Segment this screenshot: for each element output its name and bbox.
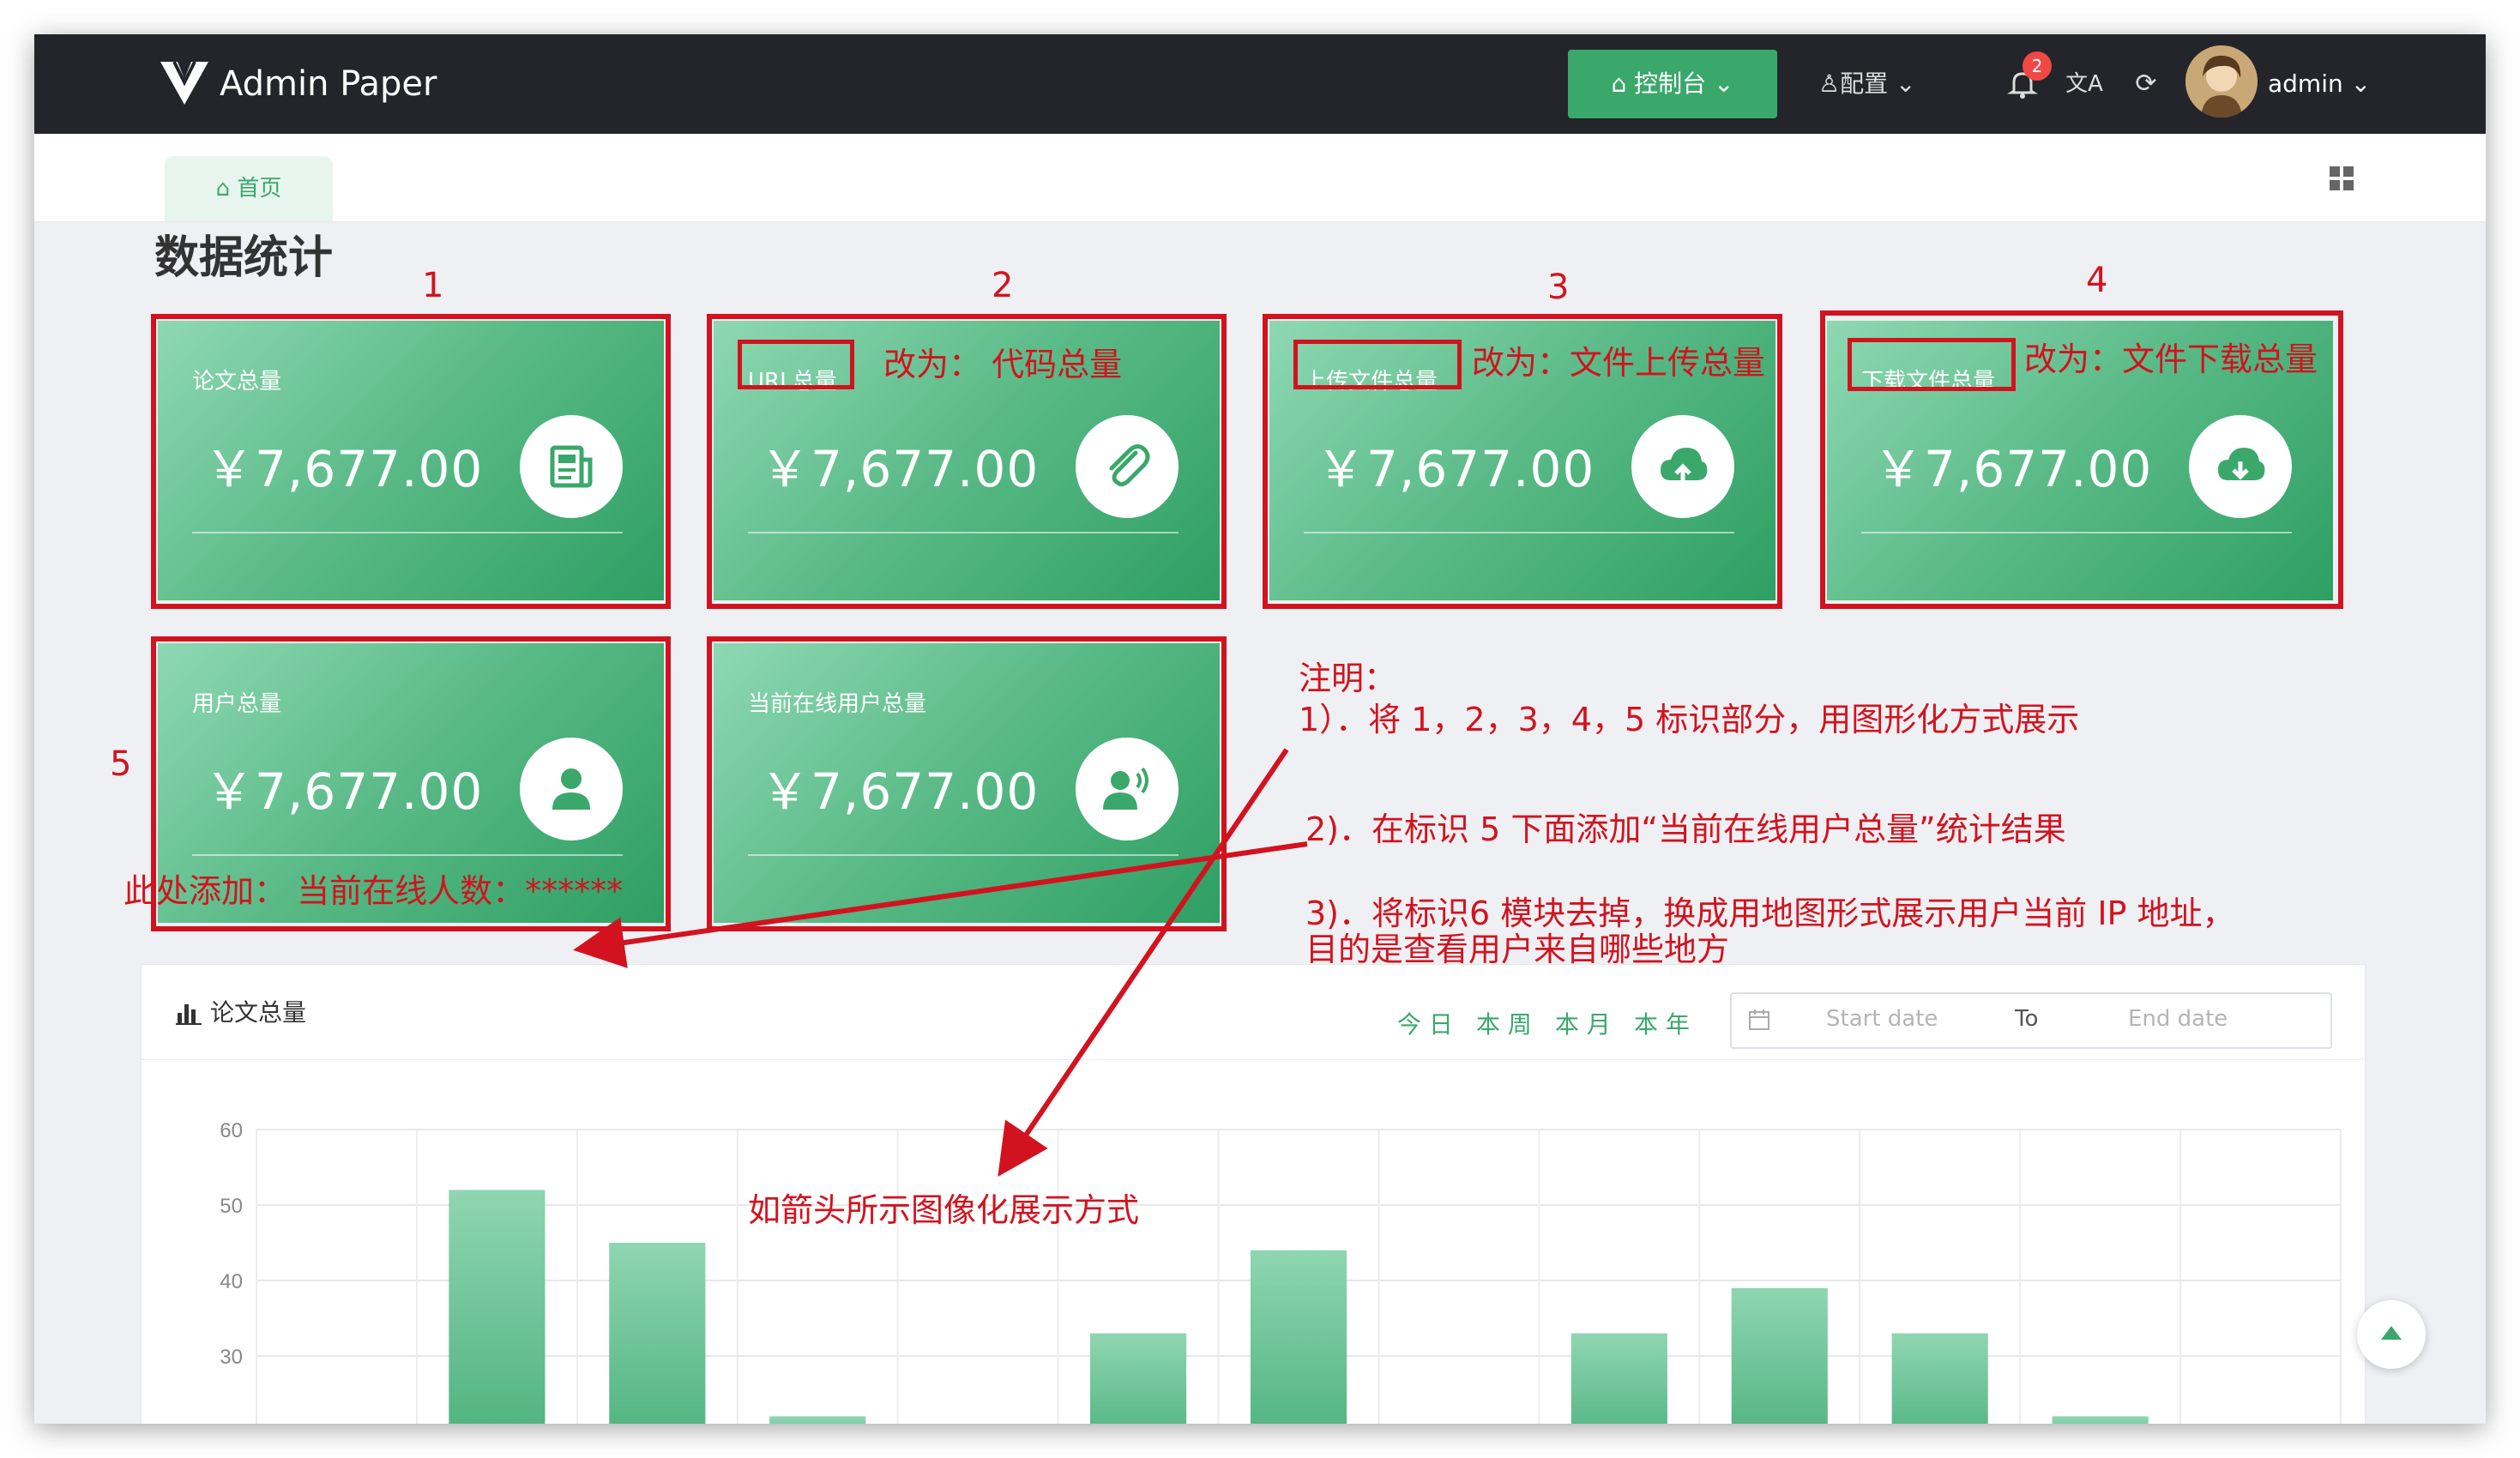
arrow-caption: 如箭头所示图像化展示方式 <box>748 1191 1140 1229</box>
arrow-to-online-count <box>573 841 1308 968</box>
app-window: Admin Paper ⌂ 控制台 ⌄ ♙配置 ⌄ 2 文A ⟳ admin ⌄ <box>34 34 2486 1424</box>
arrow-to-chart <box>998 748 1289 1177</box>
annotation-arrows <box>573 748 1308 1177</box>
